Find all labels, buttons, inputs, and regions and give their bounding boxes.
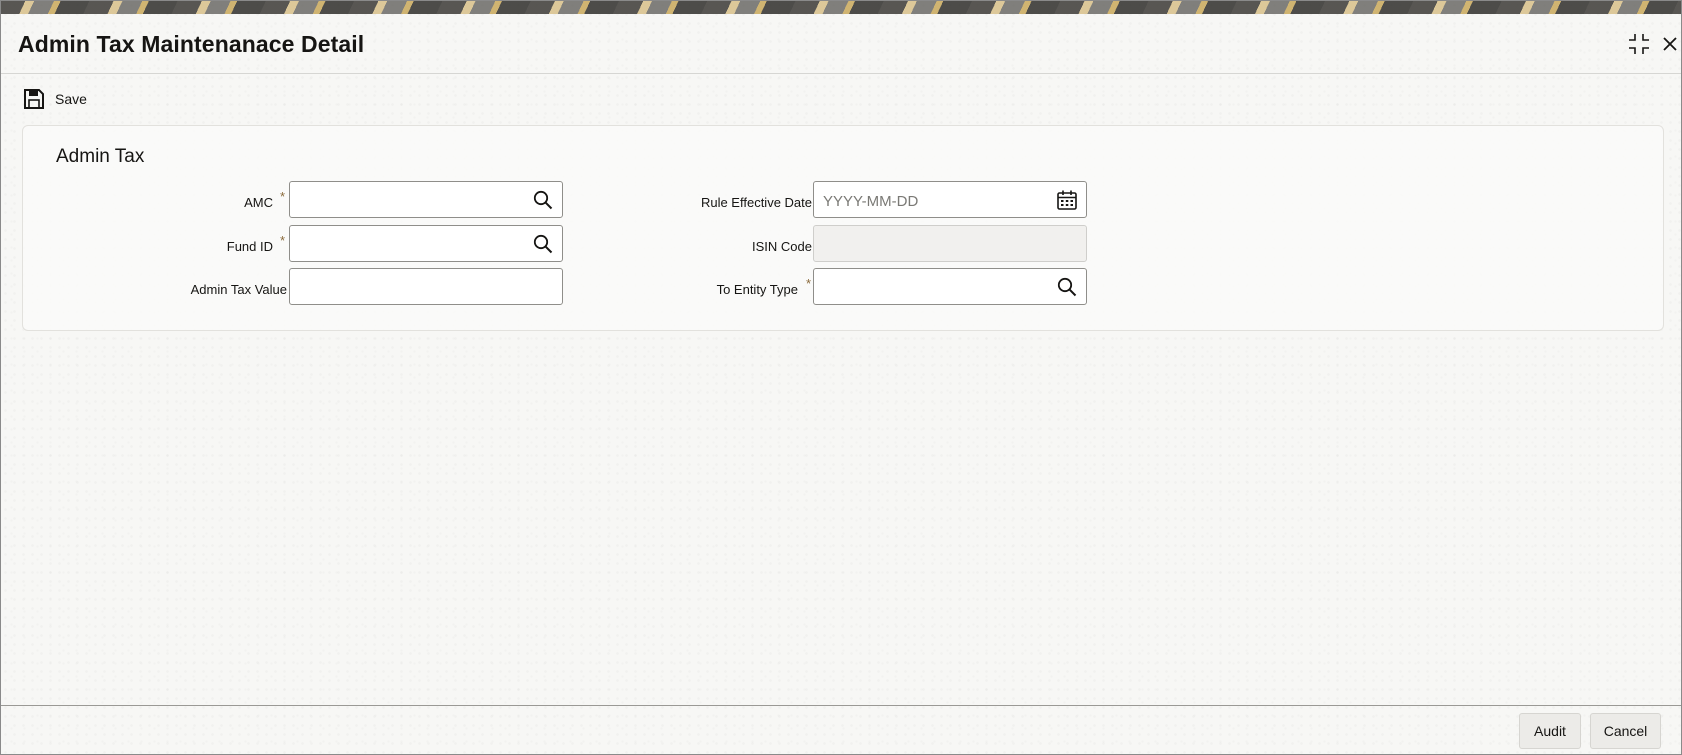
dialog-header: Admin Tax Maintenanace Detail: [1, 14, 1681, 74]
amc-search-button[interactable]: [532, 189, 554, 211]
rule-effective-date-input[interactable]: [821, 190, 1045, 212]
amc-label: AMC: [244, 195, 273, 210]
collapse-arrows-icon: [1629, 34, 1649, 54]
cancel-button[interactable]: Cancel: [1590, 713, 1661, 749]
admin-tax-value-label: Admin Tax Value: [190, 282, 287, 297]
amc-field[interactable]: [289, 181, 563, 218]
to-entity-type-label: To Entity Type: [716, 282, 798, 297]
fund-id-search-button[interactable]: [532, 233, 554, 255]
isin-code-label: ISIN Code: [752, 239, 812, 254]
amc-required-marker: *: [280, 189, 286, 204]
save-button[interactable]: Save: [23, 85, 87, 113]
fund-id-field[interactable]: [289, 225, 563, 262]
to-entity-type-input[interactable]: [821, 277, 1045, 299]
maximize-button[interactable]: [1625, 30, 1653, 58]
close-button[interactable]: [1656, 30, 1681, 58]
rule-effective-date-label: Rule Effective Date: [700, 195, 812, 210]
dialog-footer: Audit Cancel: [1, 705, 1681, 754]
audit-button[interactable]: Audit: [1519, 713, 1581, 749]
calendar-icon: [1057, 190, 1077, 210]
section-title: Admin Tax: [56, 146, 145, 167]
fund-id-input[interactable]: [297, 234, 521, 256]
search-icon: [533, 190, 553, 210]
to-entity-type-search-button[interactable]: [1056, 276, 1078, 298]
save-label: Save: [55, 91, 87, 107]
close-icon: [1663, 37, 1677, 51]
page-title: Admin Tax Maintenanace Detail: [18, 31, 365, 57]
search-icon: [1057, 277, 1077, 297]
search-icon: [533, 234, 553, 254]
amc-input[interactable]: [297, 190, 521, 212]
to-entity-type-field[interactable]: [813, 268, 1087, 305]
to-entity-type-required-marker: *: [806, 276, 812, 291]
rule-effective-date-calendar-button[interactable]: [1056, 189, 1078, 211]
isin-code-field: [813, 225, 1087, 262]
admin-tax-section: Admin Tax AMC * Fund ID * Admin Tax Valu…: [22, 125, 1664, 331]
admin-tax-value-input[interactable]: [297, 277, 521, 299]
floppy-disk-icon: [24, 89, 44, 109]
decorative-header-strip: [1, 1, 1681, 14]
dialog-window: Admin Tax Maintenanace Detail Save Admin…: [0, 0, 1682, 755]
rule-effective-date-field[interactable]: [813, 181, 1087, 218]
fund-id-label: Fund ID: [226, 239, 273, 254]
fund-id-required-marker: *: [280, 233, 286, 248]
admin-tax-value-field[interactable]: [289, 268, 563, 305]
isin-code-input: [821, 234, 1045, 256]
